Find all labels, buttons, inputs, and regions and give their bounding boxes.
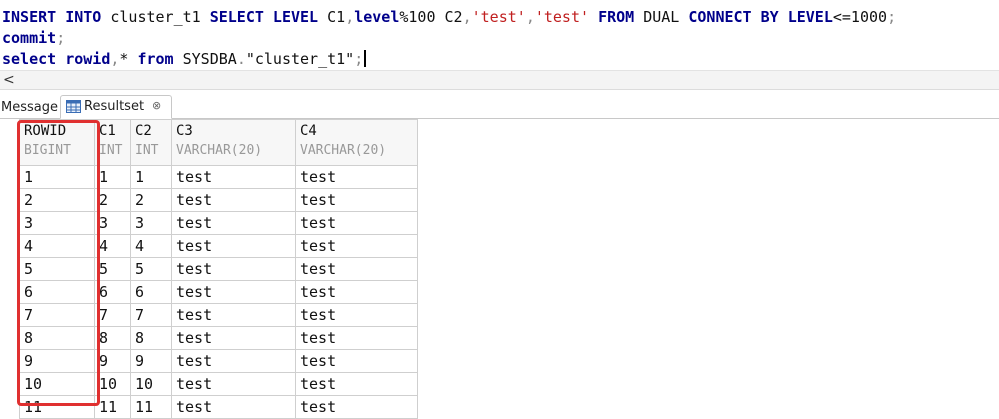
rowid-column-highlight	[17, 120, 100, 406]
column-type: INT	[135, 143, 159, 158]
table-cell[interactable]: 11	[130, 395, 172, 419]
scroll-left-icon[interactable]: <	[3, 71, 15, 89]
sql-token: FROM	[598, 8, 635, 26]
table-cell[interactable]: 10	[130, 372, 172, 396]
column-name: C3	[176, 123, 193, 139]
column-header-c4[interactable]: C4 VARCHAR(20)	[295, 119, 418, 166]
table-cell[interactable]: test	[295, 280, 418, 304]
table-cell[interactable]: test	[295, 165, 418, 189]
table-cell[interactable]: 9	[130, 349, 172, 373]
table-grid-icon	[66, 100, 81, 113]
table-cell[interactable]: 6	[130, 280, 172, 304]
sql-token: ,	[525, 8, 535, 26]
sql-token: ;	[56, 29, 66, 47]
editor-horizontal-scrollbar[interactable]: <	[0, 70, 999, 90]
table-cell[interactable]: test	[171, 395, 296, 419]
sql-line-2[interactable]: commit;	[2, 28, 65, 48]
sql-token: 'test'	[471, 8, 526, 26]
tab-message[interactable]: Message	[1, 97, 58, 118]
sql-token: ;	[887, 8, 897, 26]
table-cell[interactable]: 4	[130, 234, 172, 258]
column-name: C1	[99, 123, 116, 139]
column-type: VARCHAR(20)	[300, 143, 387, 158]
sql-token: INSERT INTO	[2, 8, 102, 26]
sql-token: select rowid	[2, 50, 111, 68]
sql-token: from	[137, 50, 174, 68]
table-cell[interactable]: test	[295, 188, 418, 212]
table-cell[interactable]: test	[171, 349, 296, 373]
table-cell[interactable]: test	[295, 372, 418, 396]
sql-token: *	[119, 50, 138, 68]
column-type: INT	[99, 143, 123, 158]
sql-token: DUAL	[634, 8, 689, 26]
table-cell[interactable]: test	[171, 280, 296, 304]
sql-token: cluster_t1	[101, 8, 210, 26]
column-type: VARCHAR(20)	[176, 143, 263, 158]
sql-editor[interactable]: INSERT INTO cluster_t1 SELECT LEVEL C1,l…	[0, 0, 999, 70]
sql-token: SELECT LEVEL	[209, 8, 319, 26]
close-icon[interactable]: ⊗	[152, 96, 161, 116]
sql-token: .	[236, 50, 246, 68]
sql-token: level	[354, 8, 400, 26]
table-cell[interactable]: test	[171, 326, 296, 350]
table-cell[interactable]: test	[171, 303, 296, 327]
table-cell[interactable]: 1	[130, 165, 172, 189]
sql-line-1[interactable]: INSERT INTO cluster_t1 SELECT LEVEL C1,l…	[2, 7, 896, 27]
sql-token: CONNECT BY LEVEL	[688, 8, 833, 26]
sql-token: commit	[2, 29, 57, 47]
table-cell[interactable]: 8	[130, 326, 172, 350]
column-name: C2	[135, 123, 152, 139]
column-header-c3[interactable]: C3 VARCHAR(20)	[171, 119, 296, 166]
table-cell[interactable]: 7	[130, 303, 172, 327]
table-cell[interactable]: test	[171, 188, 296, 212]
text-cursor	[364, 50, 367, 67]
sql-token: 'test'	[534, 8, 590, 26]
table-cell[interactable]: test	[295, 303, 418, 327]
tab-resultset[interactable]: Resultset ⊗	[60, 95, 172, 119]
table-cell[interactable]: 2	[130, 188, 172, 212]
sql-token: "cluster_t1"	[245, 50, 355, 68]
sql-token: C1	[318, 8, 346, 26]
sql-token: <=1000	[832, 8, 888, 26]
sql-line-3[interactable]: select rowid,* from SYSDBA."cluster_t1";	[2, 49, 367, 69]
table-cell[interactable]: test	[295, 234, 418, 258]
table-cell[interactable]: test	[295, 349, 418, 373]
column-header-c2[interactable]: C2 INT	[130, 119, 172, 166]
table-cell[interactable]: test	[171, 211, 296, 235]
table-cell[interactable]: test	[171, 257, 296, 281]
table-cell[interactable]: 3	[130, 211, 172, 235]
table-cell[interactable]: test	[171, 234, 296, 258]
table-cell[interactable]: test	[295, 257, 418, 281]
tab-resultset-label: Resultset	[84, 99, 145, 114]
sql-token: ;	[354, 50, 364, 68]
table-cell[interactable]: test	[171, 372, 296, 396]
table-cell[interactable]: test	[171, 165, 296, 189]
table-cell[interactable]: 5	[130, 257, 172, 281]
column-name: C4	[300, 123, 317, 139]
table-cell[interactable]: test	[295, 395, 418, 419]
table-cell[interactable]: test	[295, 326, 418, 350]
sql-token: ,	[462, 8, 472, 26]
sql-token: ,	[345, 8, 355, 26]
sql-token: %100 C2	[399, 8, 463, 26]
result-tabs: Message Resultset ⊗	[0, 95, 999, 119]
table-cell[interactable]: test	[295, 211, 418, 235]
sql-token: SYSDBA	[173, 50, 237, 68]
